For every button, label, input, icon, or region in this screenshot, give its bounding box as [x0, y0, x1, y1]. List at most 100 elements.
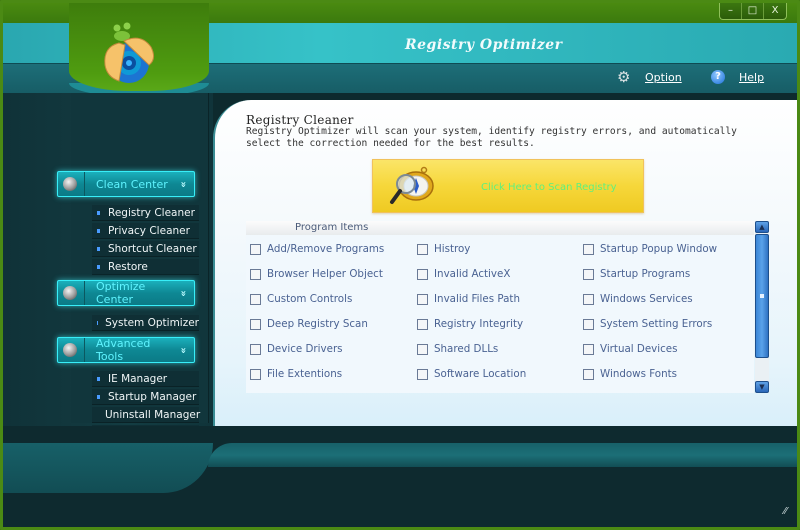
checkbox[interactable] — [417, 343, 428, 355]
checkbox-item[interactable]: Windows Services — [583, 293, 693, 305]
help-label: Help — [739, 70, 765, 84]
checkbox-item[interactable]: Browser Helper Object — [250, 268, 383, 280]
nav-section-label: Clean Center — [96, 177, 168, 191]
checkbox[interactable] — [250, 268, 261, 280]
app-logo-icon — [104, 22, 155, 83]
sidebar-item-privacy-cleaner[interactable]: Privacy Cleaner — [92, 223, 199, 239]
orb-icon — [63, 343, 77, 357]
checkbox[interactable] — [417, 318, 428, 330]
nav-section-label: Optimize Center — [96, 280, 146, 306]
checkbox-item[interactable]: File Extentions — [250, 368, 342, 380]
sidebar-item-label: System Optimizer — [105, 316, 199, 329]
divider — [84, 281, 85, 305]
checkbox[interactable] — [583, 243, 594, 255]
checkbox-label: Browser Helper Object — [267, 268, 383, 280]
checkbox-label: File Extentions — [267, 368, 343, 380]
sidebar-item-shortcut-cleaner[interactable]: Shortcut Cleaner — [92, 241, 199, 257]
sidebar-item-uninstall-manager[interactable]: Uninstall Manager — [92, 407, 200, 423]
checkbox[interactable] — [417, 368, 428, 380]
maximize-button[interactable]: □ — [742, 3, 764, 19]
bullet-icon — [97, 394, 100, 399]
checkbox-label: Device Drivers — [267, 343, 343, 355]
checkbox-label: System Setting Errors — [600, 318, 713, 330]
checkbox-item[interactable]: Invalid Files Path — [417, 293, 520, 305]
sidebar-item-label: Startup Manager — [108, 390, 197, 403]
checkbox-item[interactable]: Virtual Devices — [583, 343, 678, 355]
page-title: Registry Cleaner — [246, 113, 354, 127]
vertical-scrollbar[interactable]: ▲ ▼ — [755, 221, 769, 393]
bullet-icon — [97, 376, 100, 381]
option-label: Option — [645, 70, 682, 84]
checkbox[interactable] — [417, 243, 428, 255]
app-window: – □ X Registry Optimizer ⚙ Option ? Help… — [0, 0, 800, 530]
scroll-up-button[interactable]: ▲ — [755, 221, 769, 233]
checkbox-item[interactable]: Add/Remove Programs — [250, 243, 384, 255]
program-items-header-label: Program Items — [295, 222, 369, 233]
resize-grip-icon[interactable]: ⁄⁄ — [784, 506, 787, 517]
checkbox[interactable] — [250, 318, 261, 330]
sidebar-item-startup-manager[interactable]: Startup Manager — [92, 389, 199, 405]
scroll-grip-icon — [760, 294, 764, 298]
checkbox-label: Deep Registry Scan — [267, 318, 368, 330]
minimize-button[interactable]: – — [720, 3, 742, 19]
sidebar-item-label: IE Manager — [108, 372, 168, 385]
checkbox-item[interactable]: Registry Integrity — [417, 318, 523, 330]
chevron-down-icon: » — [177, 346, 189, 354]
checkbox-label: Add/Remove Programs — [267, 243, 385, 255]
checkbox-label: Histroy — [434, 243, 471, 255]
checkbox[interactable] — [583, 343, 594, 355]
bullet-icon — [97, 210, 100, 215]
nav-section-clean-center[interactable]: Clean Center » — [57, 171, 195, 197]
help-button[interactable]: ? Help — [711, 70, 764, 84]
checkbox-item[interactable]: Shared DLLs — [417, 343, 498, 355]
checkbox-item[interactable]: Device Drivers — [250, 343, 343, 355]
checkbox[interactable] — [417, 293, 428, 305]
checkbox-label: Invalid Files Path — [434, 293, 520, 305]
sidebar-item-system-optimizer[interactable]: System Optimizer — [92, 315, 199, 331]
sidebar-item-label: Privacy Cleaner — [108, 224, 190, 237]
checkbox-item[interactable]: Software Location — [417, 368, 526, 380]
scan-registry-button[interactable]: Click Here to Scan Registry — [372, 159, 644, 213]
checkbox[interactable] — [250, 368, 261, 380]
checkbox-label: Custom Controls — [267, 293, 353, 305]
checkbox-item[interactable]: Histroy — [417, 243, 470, 255]
nav-section-optimize-center[interactable]: Optimize Center » — [57, 280, 195, 306]
bullet-icon — [97, 228, 100, 233]
checkbox[interactable] — [583, 268, 594, 280]
checkbox[interactable] — [250, 243, 261, 255]
checkbox[interactable] — [583, 368, 594, 380]
orb-icon — [63, 286, 77, 300]
checkbox-item[interactable]: Custom Controls — [250, 293, 352, 305]
checkbox-item[interactable]: Invalid ActiveX — [417, 268, 510, 280]
footer-wave-left — [3, 443, 213, 493]
close-button[interactable]: X — [764, 3, 786, 19]
footer-wave-right — [208, 443, 797, 467]
orb-icon — [63, 177, 77, 191]
sidebar-item-restore[interactable]: Restore — [92, 259, 199, 275]
checkbox-label: Startup Popup Window — [600, 243, 718, 255]
checkbox-item[interactable]: Startup Popup Window — [583, 243, 717, 255]
checkbox[interactable] — [583, 293, 594, 305]
checkbox-label: Registry Integrity — [434, 318, 524, 330]
checkbox-item[interactable]: System Setting Errors — [583, 318, 712, 330]
gear-icon: ⚙ — [617, 68, 631, 86]
scroll-down-button[interactable]: ▼ — [755, 381, 769, 393]
logo-panel — [69, 3, 209, 91]
checkbox-label: Windows Services — [600, 293, 693, 305]
nav-section-advanced-tools[interactable]: Advanced Tools » — [57, 337, 195, 363]
checkbox[interactable] — [583, 318, 594, 330]
checkbox[interactable] — [250, 343, 261, 355]
checkbox-label: Windows Fonts — [600, 368, 678, 380]
option-button[interactable]: ⚙ Option — [617, 68, 682, 86]
scroll-thumb[interactable] — [755, 234, 769, 358]
bullet-icon — [97, 264, 100, 269]
checkbox-item[interactable]: Windows Fonts — [583, 368, 677, 380]
checkbox-item[interactable]: Deep Registry Scan — [250, 318, 368, 330]
sidebar-item-registry-cleaner[interactable]: Registry Cleaner — [92, 205, 199, 221]
checkbox-label: Shared DLLs — [434, 343, 499, 355]
sidebar-item-ie-manager[interactable]: IE Manager — [92, 371, 199, 387]
checkbox-item[interactable]: Startup Programs — [583, 268, 690, 280]
checkbox[interactable] — [250, 293, 261, 305]
checkbox[interactable] — [417, 268, 428, 280]
chevron-down-icon: » — [177, 180, 189, 188]
